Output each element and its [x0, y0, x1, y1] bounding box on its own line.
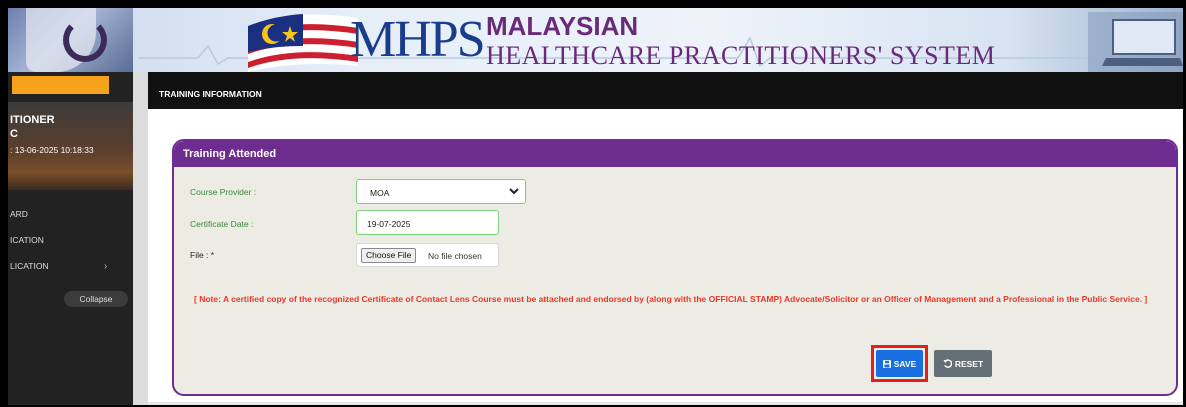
sidebar-item-label: ARD	[10, 209, 28, 219]
app-window: MHPS MALAYSIAN HEALTHCARE PRACTITIONERS'…	[8, 8, 1183, 405]
sidebar-item-application[interactable]: ICATION	[10, 235, 44, 245]
malaysia-flag-icon	[248, 14, 358, 72]
sidebar-scrollbar[interactable]	[133, 72, 148, 405]
floppy-disk-icon	[882, 359, 891, 368]
reset-button-label: RESET	[954, 358, 984, 369]
user-role: C	[10, 128, 18, 140]
last-login: : 13-06-2025 10:18:33	[10, 145, 94, 155]
banner-title-line1: MALAYSIAN	[486, 11, 639, 41]
save-button-label: SAVE	[893, 358, 917, 369]
course-provider-value: MOA	[370, 188, 390, 198]
footer-divider	[148, 402, 1183, 405]
sidebar-item-label: LICATION	[10, 261, 49, 271]
chevron-right-icon: ›	[104, 261, 108, 272]
main-content: TRAINING INFORMATION Training Attended C…	[133, 72, 1183, 405]
sidebar-item-label: ICATION	[10, 235, 44, 245]
laptop-image	[1088, 12, 1183, 72]
undo-icon	[943, 359, 952, 368]
header-banner: MHPS MALAYSIAN HEALTHCARE PRACTITIONERS'…	[8, 8, 1183, 72]
mhps-logo: MHPS	[350, 11, 486, 68]
page-title: TRAINING INFORMATION	[159, 89, 262, 99]
note-text: [ Note: A certified copy of the recogniz…	[194, 294, 1148, 304]
choose-file-button[interactable]: Choose File	[361, 248, 417, 263]
course-provider-select[interactable]: MOA	[356, 179, 526, 204]
user-profile-card: ITIONER C : 13-06-2025 10:18:33	[8, 102, 133, 190]
file-label: File : *	[190, 250, 215, 260]
training-attended-panel: Training Attended Course Provider : MOA …	[172, 139, 1178, 396]
user-name: ITIONER	[10, 114, 55, 126]
panel-title: Training Attended	[183, 148, 277, 160]
panel-header: Training Attended	[174, 141, 1176, 167]
save-button[interactable]: SAVE	[876, 350, 923, 377]
chevron-down-icon	[509, 188, 519, 195]
file-input[interactable]: Choose File No file chosen	[356, 243, 499, 267]
sidebar-brand-bar	[12, 76, 109, 94]
doctor-image	[8, 8, 133, 72]
file-status-text: No file chosen	[428, 251, 482, 261]
certificate-date-label: Certificate Date :	[190, 219, 254, 229]
banner-title-line2: HEALTHCARE PRACTITIONERS' SYSTEM	[486, 41, 996, 70]
certificate-date-value: 19-07-2025	[367, 219, 411, 229]
reset-button[interactable]: RESET	[934, 350, 992, 377]
sidebar: ITIONER C : 13-06-2025 10:18:33 ARD ICAT…	[8, 72, 133, 405]
page-header: TRAINING INFORMATION	[148, 72, 1183, 109]
certificate-date-input[interactable]: 19-07-2025	[356, 210, 499, 235]
course-provider-label: Course Provider :	[190, 187, 257, 197]
sidebar-item-publication[interactable]: LICATION ›	[10, 261, 107, 272]
collapse-button[interactable]: Collapse	[64, 291, 128, 307]
sidebar-item-dashboard[interactable]: ARD	[10, 209, 28, 219]
